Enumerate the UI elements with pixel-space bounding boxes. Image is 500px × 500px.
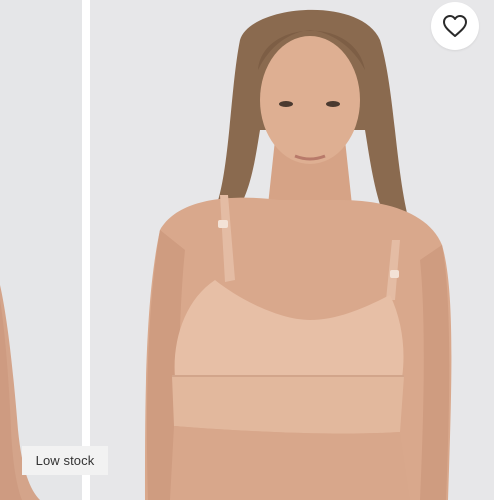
previous-product-photo[interactable]	[0, 0, 82, 500]
low-stock-badge: Low stock	[22, 446, 108, 475]
product-photo-image	[90, 0, 494, 500]
heart-outline-icon	[443, 15, 467, 37]
current-product-photo[interactable]	[90, 0, 494, 500]
product-gallery: Low stock	[0, 0, 500, 500]
favorite-button[interactable]	[431, 2, 479, 50]
previous-photo-image	[0, 0, 82, 500]
